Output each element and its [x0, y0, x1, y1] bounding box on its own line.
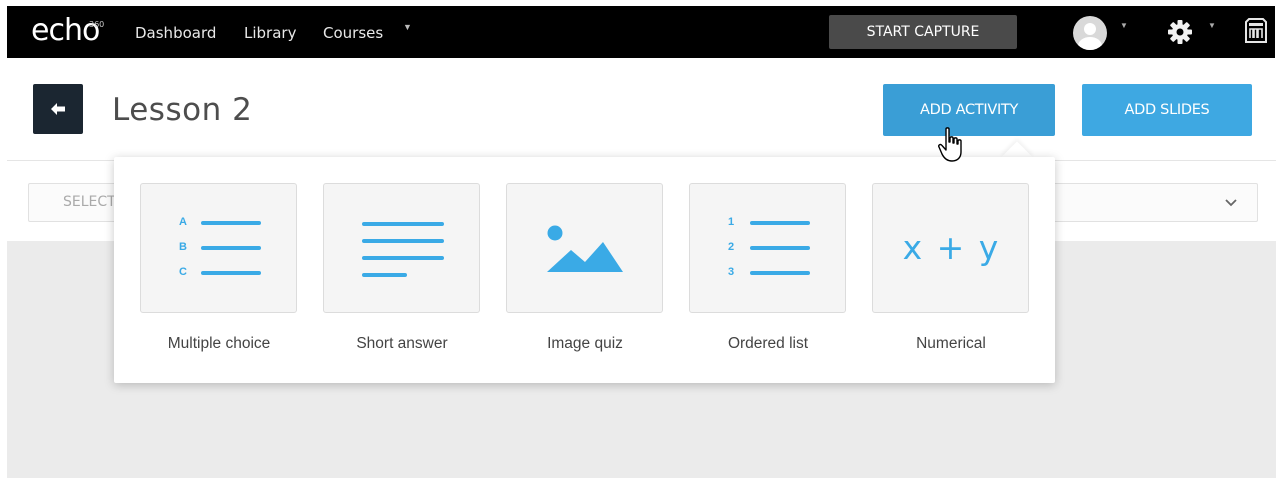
- activity-tile-numerical[interactable]: x + y: [872, 183, 1029, 313]
- user-avatar[interactable]: [1073, 16, 1107, 50]
- order-number-3: 3: [728, 266, 735, 278]
- select-placeholder: SELECT: [63, 194, 116, 210]
- short-answer-icon: [362, 222, 444, 277]
- order-number-2: 2: [728, 241, 735, 253]
- courses-caret-icon[interactable]: ▼: [403, 22, 412, 32]
- nav-dashboard[interactable]: Dashboard: [135, 24, 216, 42]
- back-button[interactable]: [33, 84, 83, 134]
- numerical-icon: x + y: [902, 228, 1001, 267]
- avatar-head: [1084, 23, 1096, 35]
- activity-tile-short-answer[interactable]: [323, 183, 480, 313]
- page-title: Lesson 2: [112, 92, 253, 128]
- echo360-logo[interactable]: echo 360: [31, 16, 104, 46]
- order-number-1: 1: [728, 216, 735, 228]
- option-letter-b: B: [179, 241, 187, 253]
- activity-label-numerical[interactable]: Numerical: [851, 335, 1051, 353]
- image-quiz-icon: [547, 225, 623, 272]
- arrow-left-icon: [51, 103, 65, 115]
- gear-icon[interactable]: [1167, 19, 1193, 45]
- hand-pointer-cursor-icon: [938, 127, 962, 162]
- activity-tile-ordered-list[interactable]: 1 2 3: [689, 183, 846, 313]
- avatar-caret-icon[interactable]: ▼: [1120, 21, 1128, 30]
- chevron-down-icon: [1225, 199, 1237, 207]
- ordered-list-icon: [750, 221, 810, 275]
- avatar-body: [1078, 37, 1102, 50]
- add-activity-popup: A B C Multiple choice Short answer Image…: [114, 157, 1055, 383]
- activity-label-multiple-choice[interactable]: Multiple choice: [119, 335, 319, 353]
- activity-tile-multiple-choice[interactable]: A B C: [140, 183, 297, 313]
- add-slides-button[interactable]: ADD SLIDES: [1082, 84, 1252, 136]
- add-activity-button[interactable]: ADD ACTIVITY: [883, 84, 1055, 136]
- activity-label-ordered-list[interactable]: Ordered list: [668, 335, 868, 353]
- top-navbar: echo 360 Dashboard Library Courses ▼ STA…: [7, 6, 1275, 58]
- nav-library[interactable]: Library: [244, 24, 296, 42]
- institution-brand-icon[interactable]: [1243, 18, 1269, 46]
- start-capture-button[interactable]: START CAPTURE: [829, 15, 1017, 49]
- activity-label-short-answer[interactable]: Short answer: [302, 335, 502, 353]
- option-letter-a: A: [179, 216, 187, 228]
- settings-caret-icon[interactable]: ▼: [1208, 21, 1216, 30]
- nav-courses[interactable]: Courses: [323, 24, 383, 42]
- multiple-choice-icon: [201, 221, 261, 275]
- activity-label-image-quiz[interactable]: Image quiz: [485, 335, 685, 353]
- option-letter-c: C: [179, 266, 187, 278]
- activity-tile-image-quiz[interactable]: [506, 183, 663, 313]
